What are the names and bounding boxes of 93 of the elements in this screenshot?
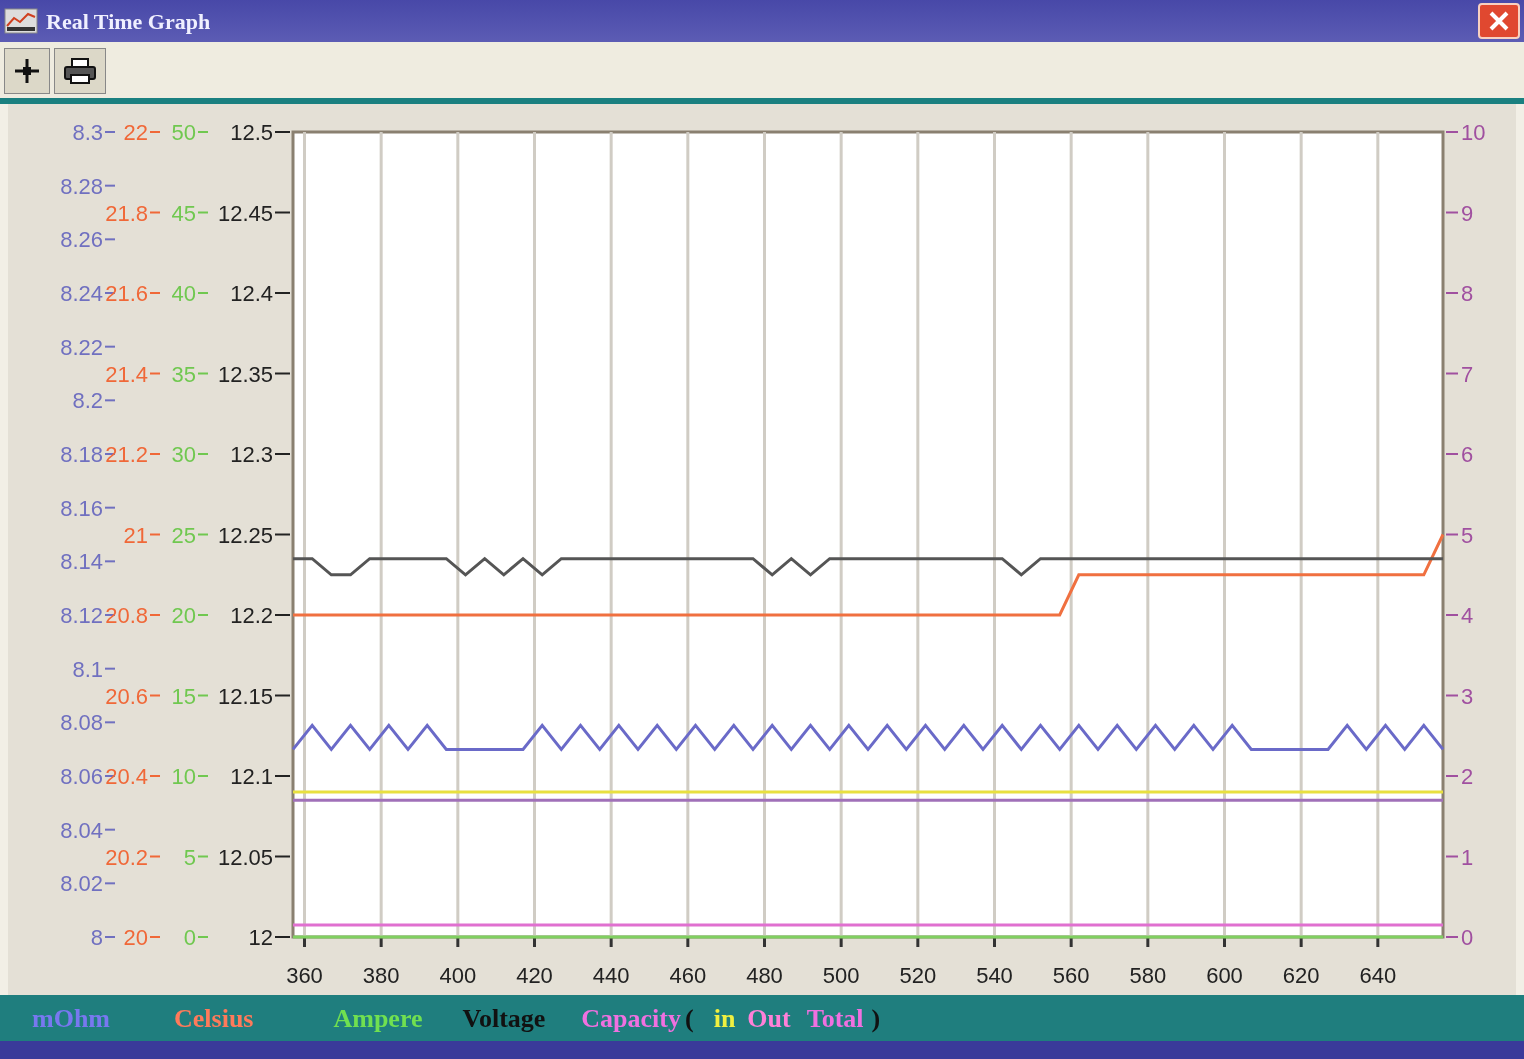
y-tick-label: 20.6 xyxy=(105,683,148,709)
y-tick-label: 8.28 xyxy=(60,173,103,199)
legend-label: Ampere xyxy=(333,1002,423,1035)
x-tick-label: 640 xyxy=(1359,963,1397,988)
y-tick-label: 10 xyxy=(1461,120,1486,145)
y-tick-label: 8.26 xyxy=(60,227,103,253)
x-tick-label: 580 xyxy=(1129,963,1167,988)
y-tick-label: 5 xyxy=(1461,522,1474,548)
y-tick-label: 12.4 xyxy=(230,281,273,306)
x-tick-label: 540 xyxy=(976,963,1013,988)
x-tick-label: 520 xyxy=(899,963,937,988)
y-tick-label: 8.08 xyxy=(60,710,103,736)
legend-label: Capacity xyxy=(581,1002,681,1035)
y-tick-label: 8.18 xyxy=(60,442,103,467)
y-tick-label: 2 xyxy=(1461,764,1474,789)
y-tick-label: 21.4 xyxy=(105,361,148,387)
y-tick-label: 25 xyxy=(171,522,196,548)
y-tick-label: 50 xyxy=(171,120,196,145)
chart-icon xyxy=(4,8,38,34)
y-tick-label: 5 xyxy=(183,844,196,870)
y-tick-label: 8 xyxy=(90,925,103,950)
y-tick-label: 20 xyxy=(123,925,148,950)
y-tick-label: 20.8 xyxy=(105,603,148,628)
window-title: Real Time Graph xyxy=(46,7,211,36)
y-tick-label: 40 xyxy=(171,281,196,306)
y-tick-label: 8.14 xyxy=(60,549,103,575)
y-tick-label: 22 xyxy=(123,120,148,145)
y-tick-label: 45 xyxy=(171,200,196,226)
x-tick-label: 480 xyxy=(746,963,783,988)
y-tick-label: 21.8 xyxy=(105,200,148,226)
y-tick-label: 8.12 xyxy=(60,603,103,628)
y-tick-label: 6 xyxy=(1461,442,1474,467)
y-tick-label: 0 xyxy=(183,925,196,950)
close-button[interactable] xyxy=(1478,3,1520,39)
x-tick-label: 440 xyxy=(592,963,630,988)
y-tick-label: 20.2 xyxy=(105,844,148,870)
y-tick-label: 8.16 xyxy=(60,495,103,521)
y-tick-label: 12.05 xyxy=(217,844,273,870)
x-tick-label: 360 xyxy=(286,963,323,988)
y-tick-label: 15 xyxy=(171,683,196,709)
y-tick-label: 12.1 xyxy=(230,764,273,789)
y-tick-label: 12.2 xyxy=(230,603,273,628)
x-tick-label: 420 xyxy=(516,963,553,988)
y-tick-label: 12.3 xyxy=(230,442,273,467)
y-tick-label: 12.25 xyxy=(217,522,273,548)
x-tick-label: 500 xyxy=(822,963,860,988)
y-tick-label: 12.45 xyxy=(217,200,273,226)
x-tick-label: 560 xyxy=(1052,963,1090,988)
toolbar-button[interactable] xyxy=(4,48,50,94)
crosshair-icon xyxy=(13,57,41,85)
y-tick-label: 8.06 xyxy=(60,764,103,789)
y-tick-label: 8.1 xyxy=(72,656,103,682)
y-tick-label: 21 xyxy=(123,522,148,548)
y-tick-label: 7 xyxy=(1461,361,1474,387)
y-tick-label: 8.24 xyxy=(60,281,103,306)
y-tick-label: 21.6 xyxy=(105,281,148,306)
y-tick-label: 12 xyxy=(248,925,273,950)
legend-label: Celsius xyxy=(174,1002,254,1035)
y-tick-label: 20 xyxy=(171,603,196,628)
x-tick-label: 400 xyxy=(439,963,477,988)
y-tick-label: 12.15 xyxy=(217,683,273,709)
y-tick-label: 8.22 xyxy=(60,334,103,360)
legend-label: Total xyxy=(806,1002,864,1035)
y-tick-label: 20.4 xyxy=(105,764,148,789)
y-tick-label: 8.2 xyxy=(72,388,103,414)
x-tick-label: 600 xyxy=(1206,963,1243,988)
y-tick-label: 4 xyxy=(1461,603,1474,628)
y-tick-label: 10 xyxy=(171,764,196,789)
toolbar-button[interactable] xyxy=(54,48,106,94)
y-tick-label: 30 xyxy=(171,442,196,467)
y-tick-label: 8.04 xyxy=(60,817,103,843)
y-tick-label: 8.02 xyxy=(60,871,103,897)
y-tick-label: 0 xyxy=(1461,925,1474,950)
close-icon xyxy=(1488,10,1510,32)
legend-label: in xyxy=(713,1002,736,1035)
y-tick-label: 8.3 xyxy=(72,120,103,145)
legend-label: Out xyxy=(747,1002,791,1035)
x-tick-label: 380 xyxy=(362,963,400,988)
y-tick-label: 21.2 xyxy=(105,442,148,467)
y-tick-label: 9 xyxy=(1461,200,1474,226)
x-tick-label: 460 xyxy=(669,963,707,988)
y-tick-label: 3 xyxy=(1461,683,1474,709)
printer-icon xyxy=(63,57,97,85)
y-tick-label: 8 xyxy=(1461,281,1474,306)
legend-label: Voltage xyxy=(462,1002,546,1035)
legend-label: ) xyxy=(871,1002,881,1035)
x-tick-label: 620 xyxy=(1282,963,1320,988)
legend-label: mOhm xyxy=(32,1002,110,1035)
y-tick-label: 12.35 xyxy=(217,361,273,387)
y-tick-label: 1 xyxy=(1461,844,1474,870)
y-tick-label: 12.5 xyxy=(230,120,273,145)
legend-label: ( xyxy=(685,1002,694,1035)
y-tick-label: 35 xyxy=(171,361,196,387)
